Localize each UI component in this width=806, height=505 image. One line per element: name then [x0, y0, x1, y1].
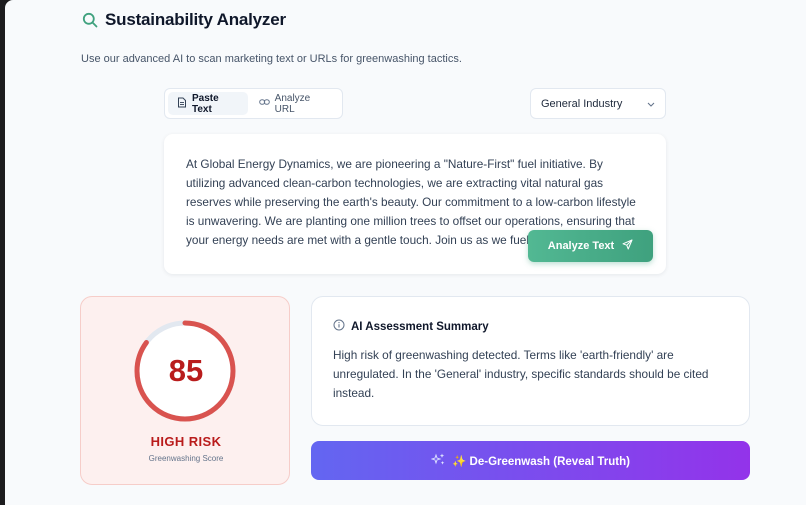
- info-icon: [333, 319, 345, 334]
- industry-select[interactable]: General Industry: [530, 88, 666, 119]
- app-window: Sustainability Analyzer Use our advanced…: [5, 0, 806, 505]
- score-card: 85 HIGH RISK Greenwashing Score: [80, 296, 290, 485]
- summary-text: High risk of greenwashing detected. Term…: [333, 348, 709, 400]
- analyze-text-button[interactable]: Analyze Text: [528, 230, 653, 262]
- link-icon: [258, 98, 270, 109]
- industry-select-value: General Industry: [541, 97, 623, 110]
- risk-level-label: HIGH RISK: [150, 434, 222, 449]
- tab-paste-text[interactable]: Paste Text: [168, 92, 248, 115]
- send-icon: [622, 239, 633, 253]
- de-greenwash-button[interactable]: ✨ De-Greenwash (Reveal Truth): [311, 441, 750, 480]
- tab-analyze-url[interactable]: Analyze URL: [250, 92, 339, 115]
- summary-title: AI Assessment Summary: [351, 320, 489, 333]
- ai-summary-card: AI Assessment Summary High risk of green…: [311, 296, 750, 426]
- sparkles-icon: [430, 453, 446, 469]
- page-title: Sustainability Analyzer: [105, 10, 286, 29]
- summary-header: AI Assessment Summary: [333, 319, 728, 334]
- chevron-down-icon: [647, 98, 655, 110]
- tab-label: Paste Text: [192, 92, 219, 115]
- page-header: Sustainability Analyzer: [81, 10, 286, 30]
- document-icon: [177, 97, 187, 111]
- score-value: 85: [168, 353, 204, 388]
- input-mode-tabs: Paste Text Analyze URL: [164, 88, 343, 119]
- search-icon: [81, 11, 99, 29]
- page-subtitle: Use our advanced AI to scan marketing te…: [81, 53, 462, 65]
- score-caption: Greenwashing Score: [148, 454, 224, 463]
- de-greenwash-label: ✨ De-Greenwash (Reveal Truth): [452, 455, 630, 468]
- tab-label: Analyze URL: [274, 92, 311, 115]
- analyze-button-label: Analyze Text: [547, 240, 615, 252]
